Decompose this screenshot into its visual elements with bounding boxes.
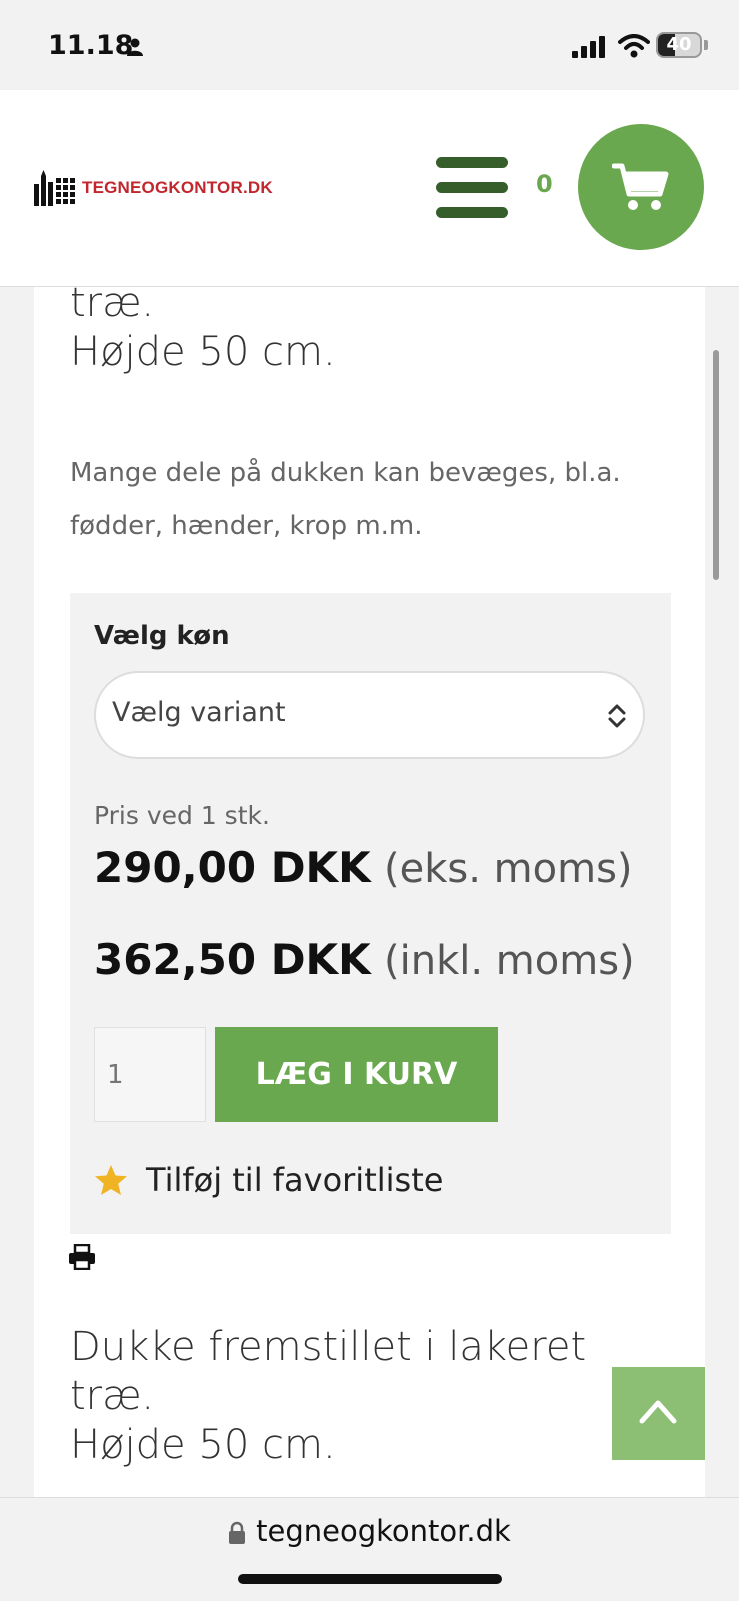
add-to-favorites-link[interactable]: Tilføj til favoritliste (94, 1161, 443, 1199)
print-icon[interactable] (68, 1244, 96, 1270)
logo-text: TEGNEOGKONTOR.DK (82, 178, 273, 197)
person-icon (127, 38, 143, 56)
heading-line: Højde 50 cm. (70, 1422, 336, 1468)
price-inc-suffix: (inkl. moms) (384, 938, 635, 984)
browser-address-bar[interactable]: tegneogkontor.dk (0, 1497, 739, 1601)
quantity-input[interactable] (94, 1027, 206, 1122)
lock-icon (229, 1521, 246, 1544)
add-to-cart-button[interactable]: LÆG I KURV (215, 1027, 498, 1122)
status-bar: 11.18 40 (0, 0, 739, 90)
price-inc-amount: 362,50 DKK (94, 935, 371, 984)
home-indicator[interactable] (238, 1574, 502, 1584)
product-description: Mange dele på dukken kan bevæges, bl.a. … (70, 458, 621, 541)
chevron-up-down-icon (608, 704, 626, 728)
price-note: Pris ved 1 stk. (94, 801, 270, 830)
site-logo[interactable]: TEGNEOGKONTOR.DK (34, 170, 273, 206)
variant-select[interactable]: Vælg variant (94, 671, 645, 759)
heading-line: Dukke fremstillet i lakeret (70, 1324, 587, 1370)
menu-bar-icon (436, 182, 508, 193)
favorite-label: Tilføj til favoritliste (146, 1161, 444, 1199)
hamburger-menu-button[interactable] (436, 157, 508, 219)
variant-label: Vælg køn (94, 621, 230, 651)
cellular-signal-icon (572, 36, 605, 58)
shopping-cart-icon (612, 163, 669, 210)
wifi-icon (618, 34, 650, 58)
site-header: TEGNEOGKONTOR.DK 0 (0, 90, 739, 287)
cart-button[interactable] (578, 124, 704, 250)
status-time: 11.18 (48, 30, 134, 61)
heading-line: træ. (70, 1373, 155, 1419)
scroll-to-top-button[interactable] (612, 1367, 705, 1460)
battery-level: 40 (666, 34, 692, 55)
buy-box: Vælg køn Vælg variant Pris ved 1 stk. 29… (70, 593, 671, 1234)
product-heading-top: træ. Højde 50 cm. (70, 287, 630, 377)
chevron-up-icon (639, 1400, 677, 1424)
product-card: træ. Højde 50 cm. Mange dele på dukken k… (34, 287, 705, 1497)
variant-select-value: Vælg variant (112, 697, 286, 728)
star-icon (95, 1165, 127, 1195)
cart-count[interactable]: 0 (536, 170, 553, 198)
price-ex-vat: 290,00 DKK (eks. moms) (94, 843, 633, 892)
price-ex-amount: 290,00 DKK (94, 843, 371, 892)
product-heading-bottom: Dukke fremstillet i lakeret træ. Højde 5… (70, 1323, 630, 1470)
battery-tip (704, 40, 708, 50)
page-scrollbar[interactable] (713, 350, 719, 580)
heading-line: Højde 50 cm. (70, 329, 336, 375)
heading-line: træ. (70, 287, 155, 326)
price-ex-suffix: (eks. moms) (384, 846, 633, 892)
price-inc-vat: 362,50 DKK (inkl. moms) (94, 935, 635, 984)
address-display[interactable]: tegneogkontor.dk (0, 1514, 739, 1548)
logo-mark-icon (34, 170, 75, 206)
menu-bar-icon (436, 207, 508, 218)
menu-bar-icon (436, 157, 508, 168)
battery-icon: 40 (656, 32, 702, 58)
url-text: tegneogkontor.dk (256, 1514, 511, 1548)
